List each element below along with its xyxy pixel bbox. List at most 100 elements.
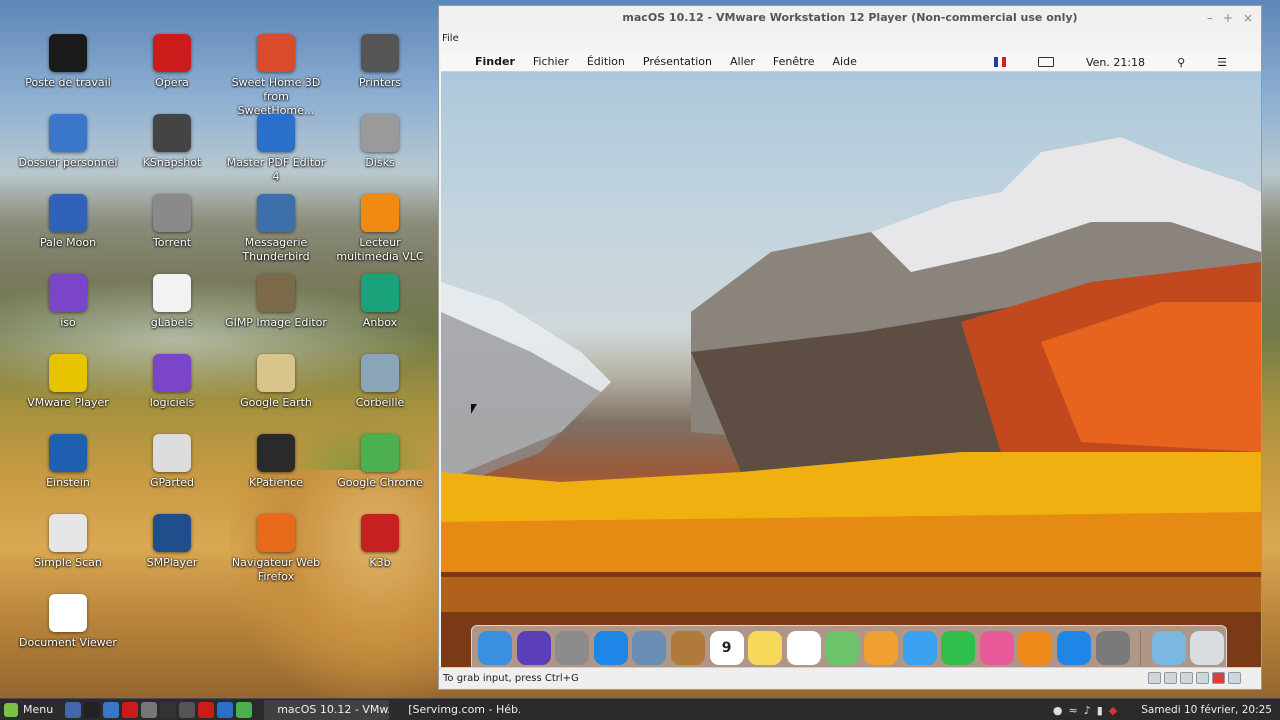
desktop-icon[interactable]: Google Chrome bbox=[328, 434, 432, 490]
desktop-icon[interactable]: Einstein bbox=[16, 434, 120, 490]
desktop-icon[interactable]: Simple Scan bbox=[16, 514, 120, 570]
desktop-icon[interactable]: Corbeille bbox=[328, 354, 432, 410]
photos-icon[interactable] bbox=[863, 631, 898, 665]
quick-launch-icon[interactable] bbox=[160, 701, 177, 718]
preview-icon[interactable] bbox=[632, 631, 667, 665]
quick-launch-icon[interactable] bbox=[103, 701, 120, 718]
desktop-icon[interactable]: gLabels bbox=[120, 274, 224, 330]
notification-center-icon[interactable]: ☰ bbox=[1217, 56, 1227, 69]
downloads-icon[interactable] bbox=[1151, 631, 1186, 665]
taskbar-clock[interactable]: Samedi 10 février, 20:25 bbox=[1141, 704, 1272, 716]
desktop-icon[interactable]: KPatience bbox=[224, 434, 328, 490]
input-flag-icon[interactable] bbox=[993, 57, 1006, 67]
desktop-icon-label: Document Viewer bbox=[19, 636, 117, 649]
facetime-icon[interactable] bbox=[941, 631, 976, 665]
menu-fenetre[interactable]: Fenêtre bbox=[773, 55, 815, 68]
desktop-icon[interactable]: Poste de travail bbox=[16, 34, 120, 90]
notes-icon[interactable] bbox=[748, 631, 783, 665]
hdd-status-icon[interactable] bbox=[1148, 672, 1161, 684]
task-vmware[interactable]: macOS 10.12 - VMw... bbox=[264, 699, 390, 720]
maximize-button[interactable]: + bbox=[1223, 6, 1233, 30]
maps-icon[interactable] bbox=[825, 631, 860, 665]
desktop-icon[interactable]: Lecteur multimédia VLC bbox=[328, 194, 432, 264]
quick-launch-icon[interactable] bbox=[84, 701, 101, 718]
quick-launch-icon[interactable] bbox=[122, 701, 139, 718]
macos-guest-screen[interactable]: Finder Fichier Édition Présentation Alle… bbox=[441, 52, 1261, 672]
spotlight-icon[interactable]: ⚲ bbox=[1177, 56, 1185, 69]
menu-presentation[interactable]: Présentation bbox=[643, 55, 712, 68]
desktop-icon[interactable]: Opera bbox=[120, 34, 224, 90]
minimize-button[interactable]: – bbox=[1207, 6, 1213, 30]
desktop-icon[interactable]: Document Viewer bbox=[16, 594, 120, 650]
menu-finder[interactable]: Finder bbox=[475, 55, 515, 68]
vmware-titlebar[interactable]: macOS 10.12 - VMware Workstation 12 Play… bbox=[439, 6, 1261, 32]
usb-status-icon[interactable] bbox=[1180, 672, 1193, 684]
cd-status-icon[interactable] bbox=[1164, 672, 1177, 684]
calendar-icon[interactable]: 9 bbox=[709, 631, 744, 665]
desktop-icon[interactable]: SMPlayer bbox=[120, 514, 224, 570]
desktop-icon-label: Einstein bbox=[46, 476, 90, 489]
vmware-statusbar: To grab input, press Ctrl+G bbox=[439, 667, 1261, 689]
desktop-icon[interactable]: Printers bbox=[328, 34, 432, 90]
menu-aide[interactable]: Aide bbox=[833, 55, 857, 68]
itunes-icon[interactable] bbox=[979, 631, 1014, 665]
desktop-icon[interactable]: GIMP Image Editor bbox=[224, 274, 328, 330]
display-icon[interactable] bbox=[1037, 57, 1054, 67]
volume-icon[interactable]: ♪ bbox=[1084, 704, 1091, 717]
reminders-icon[interactable] bbox=[786, 631, 821, 665]
desktop-icon[interactable]: Google Earth bbox=[224, 354, 328, 410]
launchpad-icon[interactable] bbox=[555, 631, 590, 665]
desktop-icon-label: Poste de travail bbox=[25, 76, 111, 89]
menu-edition[interactable]: Édition bbox=[587, 55, 625, 68]
desktop-icon[interactable]: Torrent bbox=[120, 194, 224, 250]
quick-launch-icon[interactable] bbox=[236, 701, 253, 718]
network-status-icon[interactable] bbox=[1196, 672, 1209, 684]
user-icon[interactable]: ● bbox=[1053, 704, 1063, 717]
desktop-icon-label: Dossier personnel bbox=[18, 156, 118, 169]
desktop-icon[interactable]: Dossier personnel bbox=[16, 114, 120, 170]
desktop-icon[interactable]: VMware Player bbox=[16, 354, 120, 410]
quick-launch-icon[interactable] bbox=[65, 701, 82, 718]
task-opera[interactable]: [Servimg.com - Héb... bbox=[395, 700, 520, 720]
vmware-window[interactable]: macOS 10.12 - VMware Workstation 12 Play… bbox=[438, 5, 1262, 690]
system-preferences-icon[interactable] bbox=[1095, 631, 1130, 665]
desktop-icon[interactable]: GParted bbox=[120, 434, 224, 490]
update-shield-icon[interactable]: ◆ bbox=[1109, 704, 1117, 717]
menu-fichier[interactable]: Fichier bbox=[533, 55, 569, 68]
safari-icon[interactable] bbox=[593, 631, 628, 665]
desktop-icon[interactable]: iso bbox=[16, 274, 120, 330]
start-menu-button[interactable]: Menu bbox=[0, 702, 61, 717]
desktop-icon-label: Messagerie Thunderbird bbox=[242, 236, 310, 263]
quick-launch-icon[interactable] bbox=[179, 701, 196, 718]
menu-aller[interactable]: Aller bbox=[730, 55, 755, 68]
desktop-icon[interactable]: Master PDF Editor 4 bbox=[224, 114, 328, 184]
battery-icon[interactable]: ▮ bbox=[1097, 704, 1103, 717]
contacts-icon[interactable] bbox=[670, 631, 705, 665]
desktop-icon[interactable]: K3b bbox=[328, 514, 432, 570]
ibooks-icon[interactable] bbox=[1018, 631, 1053, 665]
desktop-icon[interactable]: Pale Moon bbox=[16, 194, 120, 250]
desktop-icon[interactable]: Messagerie Thunderbird bbox=[224, 194, 328, 264]
sierra-wallpaper bbox=[441, 137, 1261, 672]
macos-clock[interactable]: Ven. 21:18 bbox=[1086, 56, 1145, 69]
desktop-icon[interactable]: Disks bbox=[328, 114, 432, 170]
finder-icon[interactable] bbox=[478, 631, 512, 665]
taskbar: Menu macOS 10.12 - VMw... [Servimg.com -… bbox=[0, 698, 1280, 720]
sound-status-icon[interactable] bbox=[1212, 672, 1225, 684]
desktop-icon[interactable]: Anbox bbox=[328, 274, 432, 330]
desktop-icon[interactable]: Sweet Home 3D from SweetHome... bbox=[224, 34, 328, 118]
messages-status-icon[interactable] bbox=[1228, 672, 1241, 684]
siri-icon[interactable] bbox=[516, 631, 551, 665]
close-button[interactable]: × bbox=[1243, 6, 1253, 30]
file-menu[interactable]: File bbox=[442, 33, 459, 44]
quick-launch-icon[interactable] bbox=[141, 701, 158, 718]
messages-icon[interactable] bbox=[902, 631, 937, 665]
desktop-icon[interactable]: logiciels bbox=[120, 354, 224, 410]
app-store-icon[interactable] bbox=[1056, 631, 1091, 665]
wifi-icon[interactable]: ≈ bbox=[1068, 704, 1077, 717]
desktop-icon[interactable]: Navigateur Web Firefox bbox=[224, 514, 328, 584]
dock-trash-icon[interactable] bbox=[1190, 631, 1225, 665]
quick-launch-icon[interactable] bbox=[217, 701, 234, 718]
quick-launch-icon[interactable] bbox=[198, 701, 215, 718]
desktop-icon[interactable]: KSnapshot bbox=[120, 114, 224, 170]
